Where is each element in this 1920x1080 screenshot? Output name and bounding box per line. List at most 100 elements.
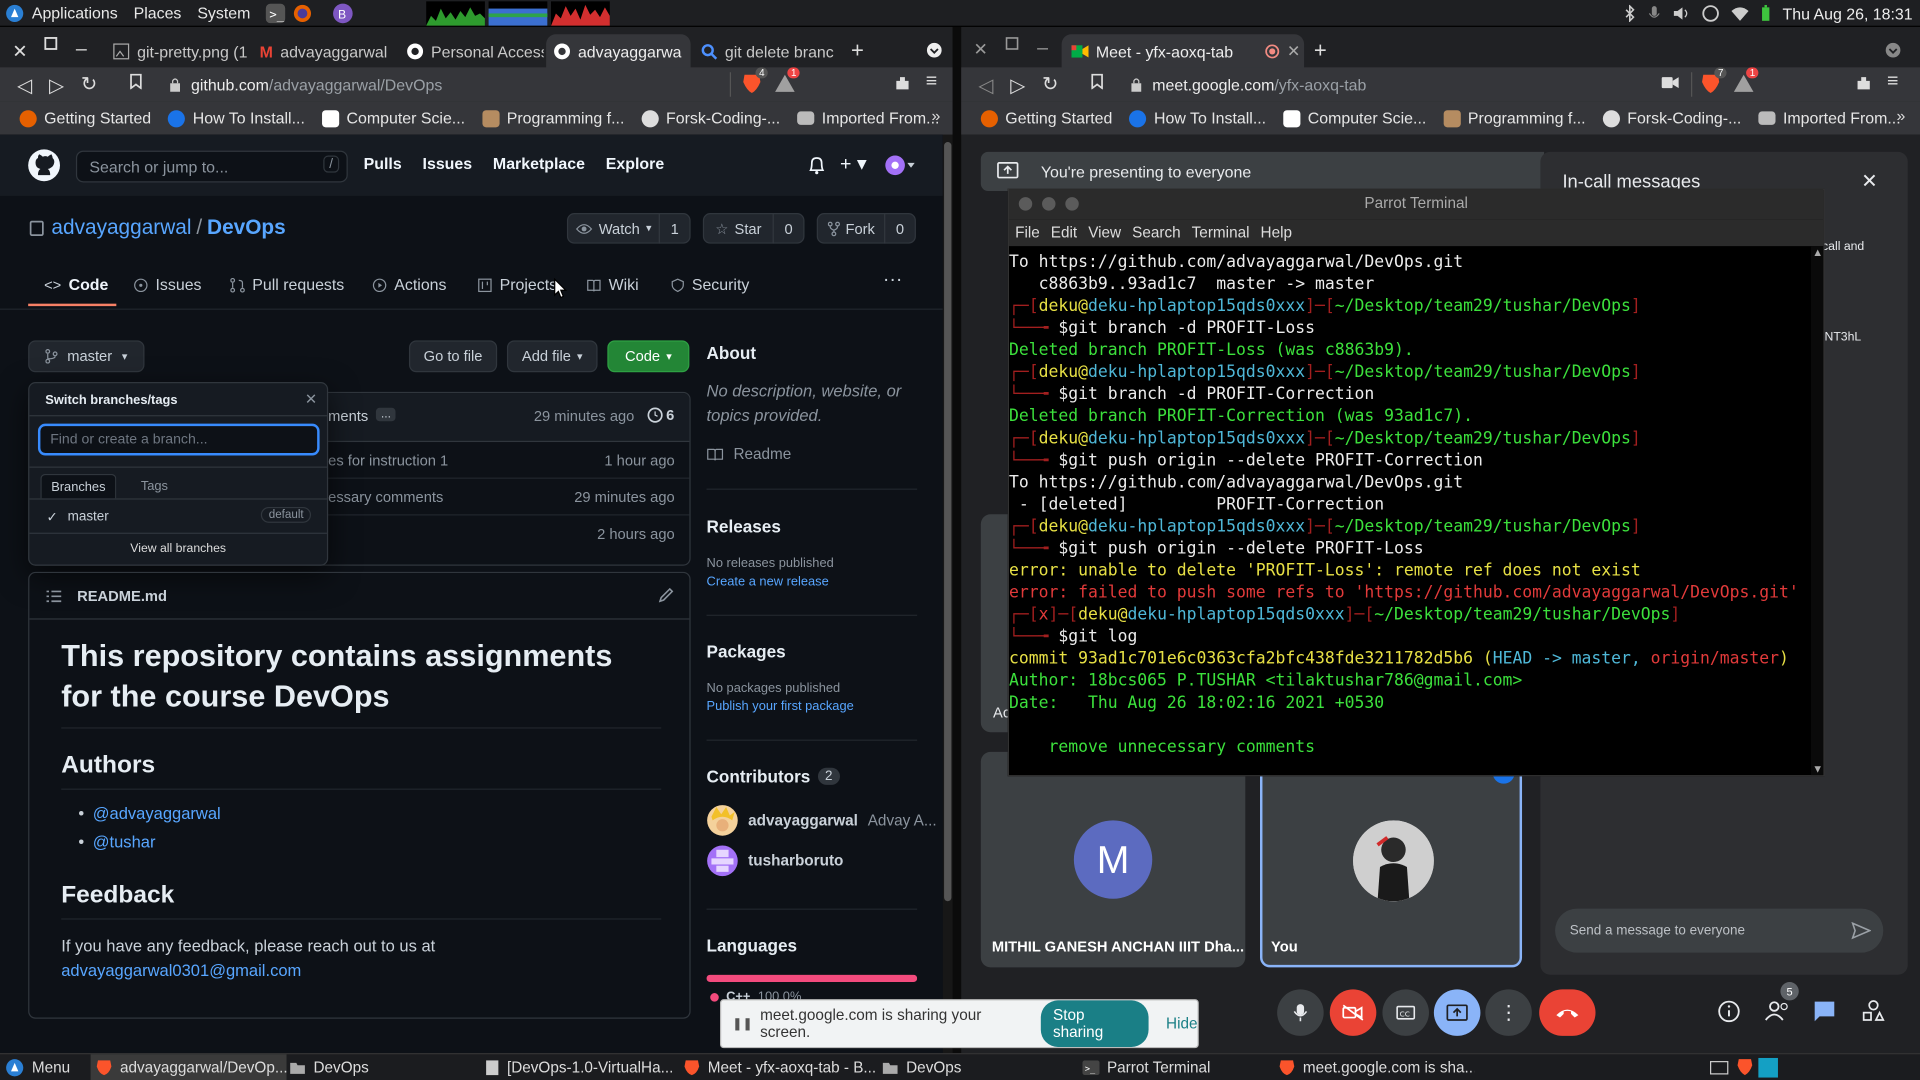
branch-filter-input[interactable]: Find or create a branch... bbox=[37, 423, 320, 456]
tab-pull-requests[interactable]: Pull requests bbox=[230, 276, 344, 294]
clock[interactable]: Thu Aug 26, 18:31 bbox=[1783, 4, 1913, 22]
places-menu[interactable]: Places bbox=[134, 4, 182, 22]
taskbar-item-meet[interactable]: Meet - yfx-aoxq-tab - B... bbox=[683, 1054, 879, 1080]
edit-pencil-icon[interactable] bbox=[658, 587, 674, 603]
bookmark-imported[interactable]: Imported From... bbox=[797, 109, 939, 127]
taskbar-item-virtualhack[interactable]: [DevOps-1.0-VirtualHa... bbox=[485, 1054, 678, 1080]
close-window-icon[interactable]: ✕ bbox=[12, 40, 27, 63]
menu-edit[interactable]: Edit bbox=[1051, 224, 1077, 241]
user-avatar[interactable] bbox=[884, 154, 916, 176]
tab-search-icon[interactable] bbox=[1884, 42, 1901, 59]
activities-icon[interactable] bbox=[1862, 999, 1885, 1021]
url-field[interactable]: meet.google.com/yfx-aoxq-tab bbox=[1120, 67, 1683, 101]
nav-explore[interactable]: Explore bbox=[606, 154, 664, 172]
author-link[interactable]: @advayaggarwal bbox=[93, 804, 221, 822]
people-icon[interactable] bbox=[1764, 1000, 1791, 1022]
branches-tab[interactable]: Branches bbox=[40, 473, 117, 499]
tags-tab[interactable]: Tags bbox=[141, 479, 168, 494]
forward-icon[interactable]: ▷ bbox=[1010, 73, 1025, 97]
participant-tile-you[interactable]: You bbox=[1260, 751, 1523, 968]
star-button[interactable]: ☆ Star bbox=[702, 213, 774, 244]
search-input[interactable]: Search or jump to... / bbox=[75, 150, 348, 183]
contributor-item[interactable]: tusharboruto bbox=[707, 845, 843, 877]
volume-icon[interactable] bbox=[1672, 5, 1689, 22]
tab-meet[interactable]: Meet - yfx-aoxq-tab ✕ bbox=[1061, 34, 1305, 69]
repo-owner-link[interactable]: advayaggarwal bbox=[51, 216, 191, 240]
file-commit-message[interactable]: essary comments bbox=[328, 489, 443, 506]
fork-count[interactable]: 0 bbox=[884, 213, 916, 244]
latest-commit-message[interactable]: ments bbox=[328, 408, 368, 425]
bookmark-forsk[interactable]: Forsk-Coding-... bbox=[1602, 109, 1741, 127]
terminal-output[interactable]: To https://github.com/advayaggarwal/DevO… bbox=[1009, 252, 1810, 772]
bookmark-programming[interactable]: Programming f... bbox=[482, 109, 624, 127]
create-new-plus-icon[interactable]: + ▾ bbox=[840, 152, 867, 176]
more-bookmarks-icon[interactable]: » bbox=[932, 107, 941, 125]
branch-select-button[interactable]: master ▾ bbox=[28, 340, 145, 373]
reload-icon[interactable]: ↻ bbox=[1042, 72, 1058, 96]
hide-share-bar-button[interactable]: Hide bbox=[1166, 1015, 1197, 1032]
close-tab-icon[interactable]: ✕ bbox=[689, 42, 691, 62]
expand-commit-button[interactable]: ... bbox=[375, 407, 396, 422]
close-dropdown-icon[interactable]: ✕ bbox=[305, 391, 317, 408]
forward-icon[interactable]: ▷ bbox=[49, 73, 64, 97]
microphone-toggle-button[interactable] bbox=[1277, 989, 1324, 1036]
file-commit-message[interactable]: es for instruction 1 bbox=[328, 452, 448, 469]
tray-brave-icon[interactable] bbox=[1736, 1058, 1753, 1076]
scroll-down-icon[interactable]: ▼ bbox=[1812, 763, 1823, 775]
readme-link[interactable]: Readme bbox=[707, 446, 791, 463]
taskbar-item-terminal[interactable]: >_ Parrot Terminal bbox=[1082, 1054, 1268, 1080]
message-input[interactable]: Send a message to everyone bbox=[1555, 908, 1884, 953]
feedback-email-link[interactable]: advayaggarwal0301@gmail.com bbox=[61, 961, 301, 979]
url-field[interactable]: github.com/advayaggarwal/DevOps bbox=[159, 67, 730, 101]
tab-code[interactable]: <> Code bbox=[44, 276, 108, 294]
view-all-branches-link[interactable]: View all branches bbox=[29, 542, 327, 555]
tab-security[interactable]: Security bbox=[671, 276, 749, 294]
menu-terminal[interactable]: Terminal bbox=[1192, 224, 1250, 241]
tray-workspace-indicator[interactable] bbox=[1758, 1057, 1778, 1078]
bookmark-programming[interactable]: Programming f... bbox=[1443, 109, 1586, 127]
more-tabs-button[interactable]: ··· bbox=[883, 269, 903, 291]
menu-help[interactable]: Help bbox=[1261, 224, 1292, 241]
bookmark-imported[interactable]: Imported From... bbox=[1758, 109, 1901, 127]
reload-icon[interactable]: ↻ bbox=[81, 72, 97, 96]
close-window-icon[interactable]: ✕ bbox=[973, 39, 987, 60]
extensions-icon[interactable] bbox=[894, 75, 911, 92]
camera-in-use-icon[interactable] bbox=[1661, 76, 1679, 89]
system-menu[interactable]: System bbox=[197, 4, 250, 22]
wifi-icon[interactable] bbox=[1731, 6, 1749, 21]
new-tab-button[interactable]: + bbox=[851, 38, 864, 64]
microphone-icon[interactable] bbox=[1648, 5, 1660, 22]
more-options-button[interactable]: ⋮ bbox=[1485, 989, 1532, 1036]
camera-toggle-button[interactable] bbox=[1329, 989, 1377, 1036]
notifications-bell-icon[interactable] bbox=[808, 156, 825, 176]
scroll-up-icon[interactable]: ▲ bbox=[1812, 246, 1823, 258]
whatsapp-icon[interactable] bbox=[1702, 5, 1719, 22]
terminal-launcher-icon[interactable]: >_ bbox=[266, 3, 286, 23]
close-panel-icon[interactable]: ✕ bbox=[1861, 169, 1877, 193]
tab-projects[interactable]: Projects bbox=[478, 276, 557, 294]
github-logo-icon[interactable] bbox=[27, 148, 61, 182]
contributor-item[interactable]: advayaggarwal Advay A... bbox=[707, 804, 937, 836]
bluetooth-icon[interactable] bbox=[1623, 4, 1635, 23]
nav-pulls[interactable]: Pulls bbox=[364, 154, 402, 172]
more-bookmarks-icon[interactable]: » bbox=[1896, 107, 1905, 125]
taskbar-item-github[interactable]: advayaggarwal/DevOp... bbox=[90, 1054, 287, 1080]
bookmark-how-to-install[interactable]: How To Install... bbox=[1129, 109, 1266, 127]
watch-button[interactable]: Watch ▾ bbox=[566, 213, 660, 244]
send-icon[interactable] bbox=[1851, 921, 1872, 941]
taskbar-item-share-notice[interactable]: meet.google.com is sha... bbox=[1278, 1054, 1474, 1080]
maximize-window-icon[interactable] bbox=[1005, 37, 1020, 52]
bookmark-getting-started[interactable]: Getting Started bbox=[19, 109, 151, 127]
publish-package-link[interactable]: Publish your first package bbox=[707, 699, 854, 714]
contributors-heading[interactable]: Contributors 2 bbox=[707, 767, 840, 786]
tab-search-icon[interactable] bbox=[926, 42, 943, 59]
bookmark-icon[interactable] bbox=[130, 73, 142, 90]
firefox-launcher-icon[interactable] bbox=[293, 3, 313, 23]
nav-marketplace[interactable]: Marketplace bbox=[493, 154, 585, 172]
extensions-icon[interactable] bbox=[1855, 75, 1872, 92]
nav-issues[interactable]: Issues bbox=[423, 154, 473, 172]
tray-keyboard-icon[interactable] bbox=[1709, 1059, 1729, 1076]
repo-name-link[interactable]: DevOps bbox=[207, 216, 286, 240]
back-icon[interactable]: ◁ bbox=[978, 73, 993, 97]
participant-tile-mithil[interactable]: M MITHIL GANESH ANCHAN IIIT Dha... bbox=[980, 751, 1246, 968]
